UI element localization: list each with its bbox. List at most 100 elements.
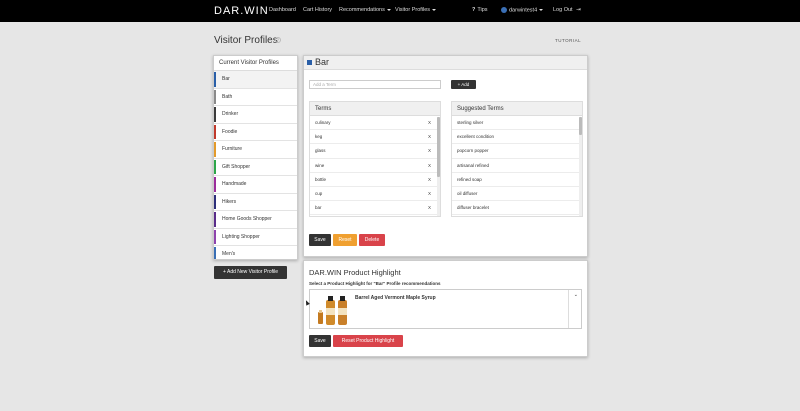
profile-item-label: Gift Shopper <box>222 163 251 170</box>
suggested-term-row[interactable]: excellent condition <box>452 130 582 145</box>
profile-item[interactable]: Men's <box>214 246 297 259</box>
help-icon[interactable]: ? <box>275 37 281 43</box>
remove-term-icon[interactable]: X <box>428 187 431 201</box>
save-highlight-button[interactable]: Save <box>309 335 331 347</box>
product-highlight-panel: DAR.WIN Product Highlight Select a Produ… <box>303 260 588 357</box>
profile-item[interactable]: Handmade <box>214 176 297 194</box>
term-label: bar <box>315 205 322 211</box>
chevron-down-icon[interactable]: ⌄ <box>574 292 578 298</box>
terms-scrollbar[interactable] <box>437 117 440 216</box>
profile-item[interactable]: Furniture <box>214 141 297 159</box>
add-term-button[interactable]: + Add <box>451 80 476 89</box>
suggested-rows: sterling silver excellent condition popcor… <box>452 116 582 216</box>
profile-item[interactable]: Home Goods Shopper <box>214 211 297 229</box>
suggested-term-label: diffuser bracelet <box>457 205 489 211</box>
profile-color-bar <box>214 159 216 174</box>
profile-item[interactable]: Bar <box>214 71 297 89</box>
suggested-term-label: refined soap <box>457 176 482 182</box>
tutorial-link[interactable]: TUTORIAL <box>555 38 581 43</box>
question-icon: ? <box>472 7 476 13</box>
nav-user-menu[interactable]: darwintest4 <box>501 7 544 13</box>
suggested-term-row[interactable]: popcorn popper <box>452 144 582 159</box>
profile-item[interactable]: Foodie <box>214 124 297 141</box>
profile-editor-title: Bar <box>315 57 330 67</box>
brand-logo[interactable]: DAR.WIN <box>214 5 269 17</box>
profile-color-bar <box>214 107 216 122</box>
add-visitor-profile-button[interactable]: + Add New Visitor Profile <box>214 266 287 279</box>
logout-icon: ⇥ <box>576 7 581 13</box>
suggested-term-row[interactable]: oil diffuser <box>452 187 582 202</box>
profile-item-label: Hikers <box>222 198 237 205</box>
profile-editor-panel: Bar Add a Term + Add Terms culinary Xkeg X… <box>303 55 588 257</box>
terms-list: Terms culinary Xkeg Xglass Xwine Xbottle Xcup… <box>309 101 441 217</box>
top-navbar: DAR.WIN Dashboard Cart History Recommend… <box>0 0 800 22</box>
suggested-scroll-thumb[interactable] <box>579 117 582 135</box>
suggested-terms-header: Suggested Terms <box>452 102 582 116</box>
term-label: keg <box>315 134 323 140</box>
terms-scroll-thumb[interactable] <box>437 117 440 177</box>
term-label: wine <box>315 162 325 168</box>
term-row: wine X <box>310 159 440 173</box>
term-row: keg X <box>310 130 440 145</box>
suggested-term-label: excellent condition <box>457 134 495 140</box>
reset-profile-button[interactable]: Reset <box>333 234 357 246</box>
save-profile-button[interactable]: Save <box>309 234 331 246</box>
nav-logout[interactable]: Log Out ⇥ <box>553 7 581 13</box>
nav-cart-history[interactable]: Cart History <box>303 7 332 13</box>
nav-recommendations-label: Recommendations <box>339 7 385 13</box>
profile-item[interactable]: Gift Shopper <box>214 159 297 176</box>
profile-color-bar <box>214 124 216 139</box>
nav-visitor-profiles-label: Visitor Profiles <box>395 7 431 13</box>
profile-item[interactable]: Bath <box>214 89 297 106</box>
suggested-terms-list: Suggested Terms sterling silver excellent… <box>451 101 583 217</box>
remove-term-icon[interactable]: X <box>428 144 431 158</box>
reset-highlight-button[interactable]: Reset Product Highlight <box>333 335 403 347</box>
profile-color-bar <box>214 212 216 227</box>
suggested-term-label: sterling silver <box>457 120 484 125</box>
suggested-term-row[interactable]: diffuser bracelet <box>452 201 582 216</box>
suggested-term-row[interactable]: artisanal refined <box>452 159 582 173</box>
profile-item[interactable]: Lighting Shopper <box>214 229 297 246</box>
product-highlight-select[interactable]: Barrel Aged Vermont Maple Syrup ⌄ <box>309 289 582 329</box>
remove-term-icon[interactable]: X <box>428 201 431 215</box>
profiles-list-header: Current Visitor Profiles <box>214 56 297 71</box>
delete-profile-button[interactable]: Delete <box>359 234 385 246</box>
profile-item-label: Bath <box>222 93 233 100</box>
profile-item[interactable]: Hikers <box>214 194 297 211</box>
nav-recommendations[interactable]: Recommendations <box>339 7 391 13</box>
suggested-scrollbar[interactable] <box>579 117 582 216</box>
profile-color-bar <box>214 89 216 104</box>
suggested-term-row[interactable]: sterling silver <box>452 116 582 131</box>
profile-item-label: Men's <box>222 251 236 257</box>
suggested-term-row[interactable]: refined soap <box>452 173 582 187</box>
remove-term-icon[interactable]: X <box>428 130 431 144</box>
remove-term-icon[interactable]: X <box>428 159 431 173</box>
term-label: cup <box>315 190 323 196</box>
select-divider <box>568 290 569 328</box>
term-row: glass X <box>310 144 440 159</box>
profile-item-label: Foodie <box>222 128 238 135</box>
nav-tips[interactable]: ? Tips <box>472 7 488 13</box>
profile-color-swatch <box>307 60 312 65</box>
profile-item[interactable]: Drinker <box>214 106 297 124</box>
chevron-down-icon <box>432 8 437 11</box>
add-term-input[interactable]: Add a Term <box>309 80 441 89</box>
profile-color-bar <box>214 194 216 209</box>
profile-item-label: Drinker <box>222 111 239 117</box>
remove-term-icon[interactable]: X <box>428 116 431 130</box>
nav-dashboard[interactable]: Dashboard <box>269 7 296 13</box>
page-title: Visitor Profiles <box>214 35 278 46</box>
profile-editor-header: Bar <box>304 56 587 70</box>
profile-color-bar <box>214 247 216 259</box>
nav-logout-label: Log Out <box>553 7 573 13</box>
term-label: culinary <box>315 120 331 125</box>
profile-item-label: Lighting Shopper <box>222 233 260 240</box>
nav-visitor-profiles[interactable]: Visitor Profiles <box>395 7 437 13</box>
term-row: bar X <box>310 201 440 216</box>
user-avatar-icon <box>501 7 507 13</box>
suggested-term-label: artisanal refined <box>457 162 490 168</box>
remove-term-icon[interactable]: X <box>428 173 431 187</box>
selected-product-name: Barrel Aged Vermont Maple Syrup <box>355 295 436 301</box>
nav-tips-label: Tips <box>477 7 488 13</box>
profile-item-label: Furniture <box>222 146 243 152</box>
